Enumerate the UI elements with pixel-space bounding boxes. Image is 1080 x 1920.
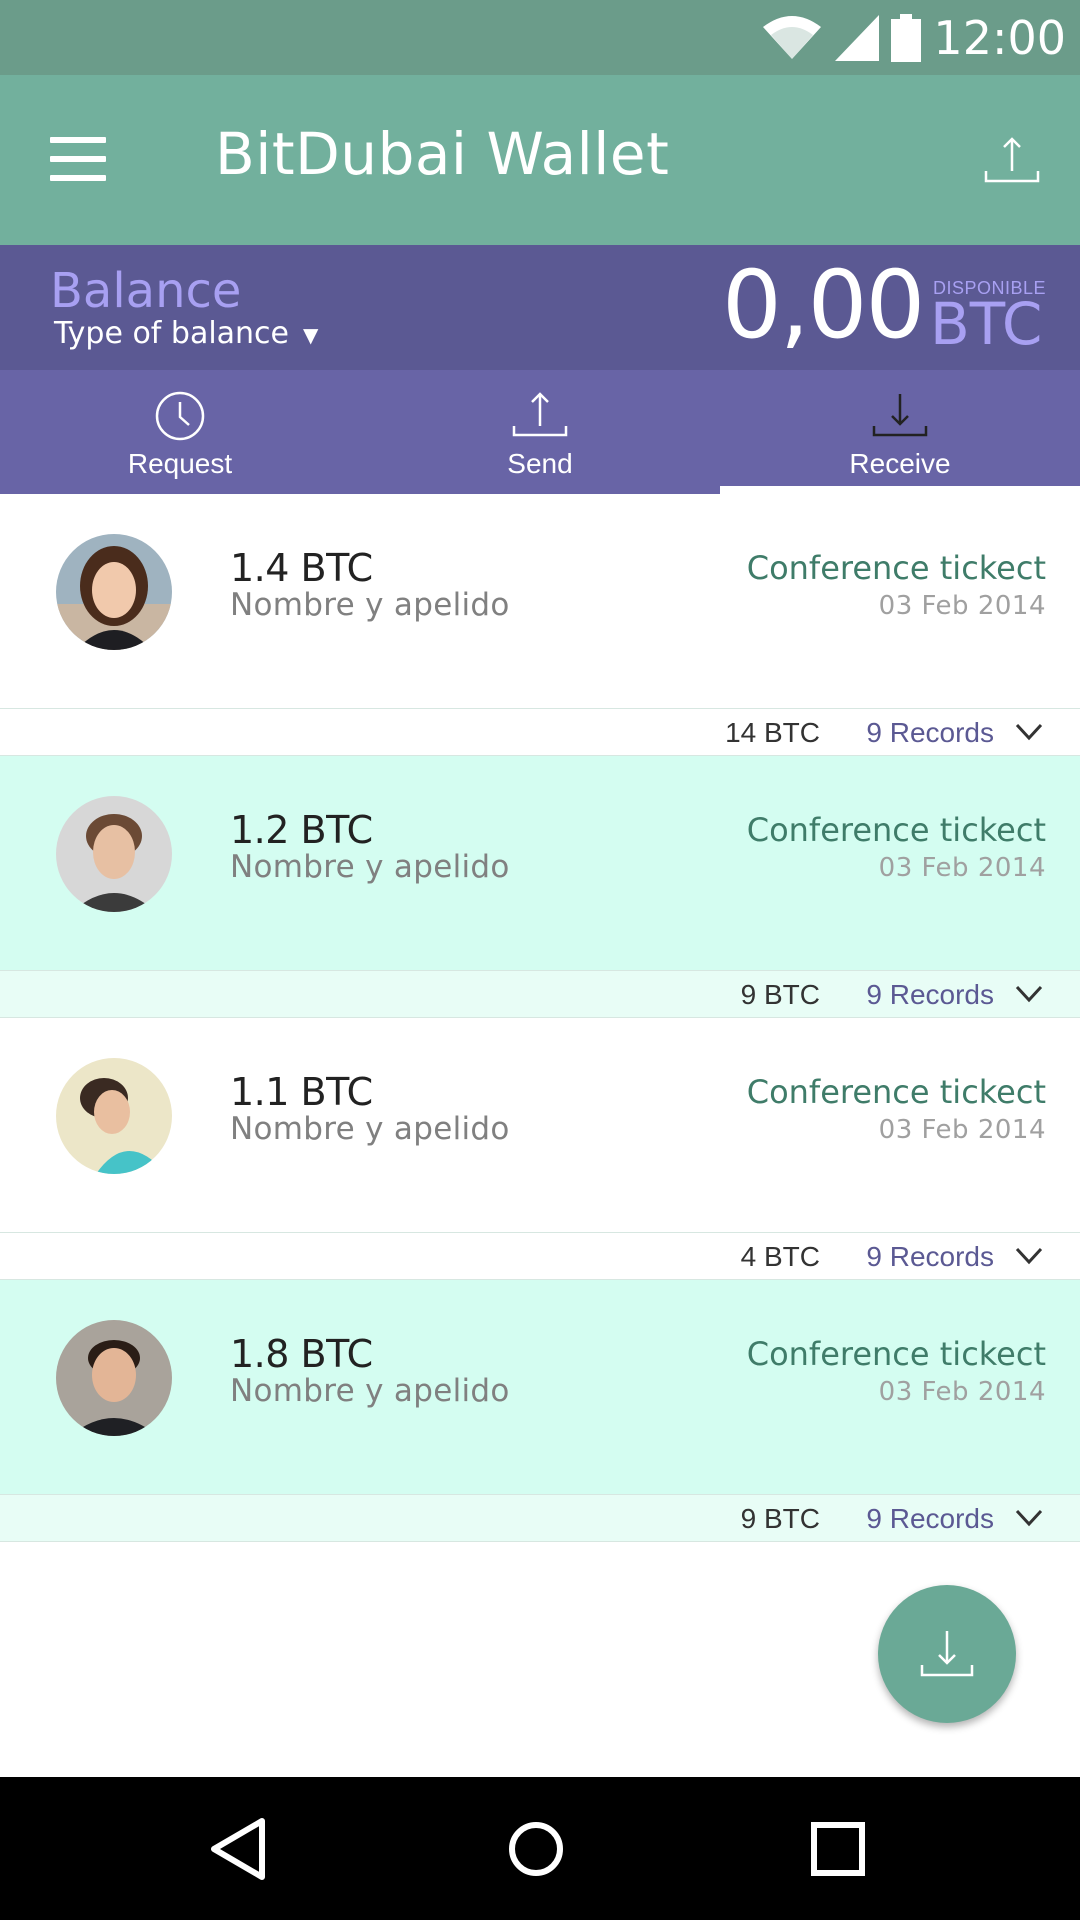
transaction-amount: 1.2 BTC bbox=[230, 808, 373, 852]
transaction-amount: 1.1 BTC bbox=[230, 1070, 373, 1114]
tab-send-label: Send bbox=[507, 448, 573, 479]
download-icon bbox=[920, 1631, 974, 1677]
transaction-date: 03 Feb 2014 bbox=[878, 591, 1046, 621]
upload-icon bbox=[512, 392, 568, 437]
tab-send[interactable]: Send bbox=[360, 370, 720, 494]
tab-request-label: Request bbox=[127, 448, 233, 479]
transaction-concept: Conference tickect bbox=[746, 811, 1046, 849]
tab-receive-label: Receive bbox=[849, 448, 951, 479]
home-icon[interactable] bbox=[498, 1811, 574, 1887]
signal-icon bbox=[835, 15, 880, 61]
transaction-date: 03 Feb 2014 bbox=[878, 1115, 1046, 1145]
share-icon[interactable] bbox=[982, 135, 1042, 187]
transaction-list: 1.4 BTC Nombre y apelido Conference tick… bbox=[0, 494, 1080, 1542]
contact-name: Nombre y apelido bbox=[230, 849, 510, 885]
records-summary[interactable]: 9 BTC 9 Records bbox=[0, 1494, 1080, 1542]
status-bar: 12:00 bbox=[0, 0, 1080, 75]
status-time: 12:00 bbox=[933, 11, 1066, 65]
records-total: 4 BTC bbox=[740, 1241, 820, 1272]
transaction-row[interactable]: 1.4 BTC Nombre y apelido Conference tick… bbox=[0, 494, 1080, 708]
transaction-date: 03 Feb 2014 bbox=[878, 1377, 1046, 1407]
chevron-down-icon bbox=[1015, 1247, 1043, 1265]
app-title: BitDubai Wallet bbox=[215, 120, 670, 188]
records-total: 9 BTC bbox=[740, 979, 820, 1010]
tab-receive[interactable]: Receive bbox=[720, 370, 1080, 494]
transaction-row[interactable]: 1.1 BTC Nombre y apelido Conference tick… bbox=[0, 1018, 1080, 1232]
app-bar: BitDubai Wallet bbox=[0, 75, 1080, 245]
contact-name: Nombre y apelido bbox=[230, 587, 510, 623]
balance-currency: BTC bbox=[930, 290, 1043, 358]
balance-type-dropdown[interactable]: Type of balance ▼ bbox=[54, 316, 318, 351]
balance-type-label: Type of balance bbox=[54, 316, 290, 351]
avatar bbox=[56, 1058, 172, 1174]
balance-amount: 0,00 bbox=[722, 251, 925, 360]
chevron-down-icon bbox=[1015, 723, 1043, 741]
records-summary[interactable]: 4 BTC 9 Records bbox=[0, 1232, 1080, 1280]
records-summary[interactable]: 14 BTC 9 Records bbox=[0, 708, 1080, 756]
receive-fab-button[interactable] bbox=[878, 1585, 1016, 1723]
clock-icon bbox=[155, 391, 205, 441]
tab-request[interactable]: Request bbox=[0, 370, 360, 494]
transaction-amount: 1.8 BTC bbox=[230, 1332, 373, 1376]
battery-icon bbox=[891, 14, 922, 62]
records-count: 9 Records bbox=[866, 1503, 994, 1534]
contact-name: Nombre y apelido bbox=[230, 1111, 510, 1147]
records-summary[interactable]: 9 BTC 9 Records bbox=[0, 970, 1080, 1018]
recents-icon[interactable] bbox=[800, 1811, 876, 1887]
wifi-icon bbox=[763, 16, 822, 59]
menu-icon[interactable] bbox=[50, 137, 106, 181]
status-icons: 12:00 bbox=[761, 8, 1066, 68]
avatar bbox=[56, 796, 172, 912]
avatar bbox=[56, 1320, 172, 1436]
action-tabs: Request Send Receive bbox=[0, 370, 1080, 494]
transaction-date: 03 Feb 2014 bbox=[878, 853, 1046, 883]
transaction-concept: Conference tickect bbox=[746, 1335, 1046, 1373]
system-nav-bar bbox=[0, 1777, 1080, 1920]
contact-name: Nombre y apelido bbox=[230, 1373, 510, 1409]
transaction-row[interactable]: 1.8 BTC Nombre y apelido Conference tick… bbox=[0, 1280, 1080, 1494]
records-count: 9 Records bbox=[866, 979, 994, 1010]
back-icon[interactable] bbox=[200, 1811, 276, 1887]
chevron-down-icon bbox=[1015, 985, 1043, 1003]
transaction-row[interactable]: 1.2 BTC Nombre y apelido Conference tick… bbox=[0, 756, 1080, 970]
records-count: 9 Records bbox=[866, 717, 994, 748]
chevron-down-icon bbox=[1015, 1509, 1043, 1527]
balance-bar: Balance Type of balance ▼ 0,00 DISPONIBLE… bbox=[0, 245, 1080, 370]
transaction-concept: Conference tickect bbox=[746, 1073, 1046, 1111]
balance-label: Balance bbox=[50, 263, 242, 319]
transaction-concept: Conference tickect bbox=[746, 549, 1046, 587]
dropdown-arrow-icon: ▼ bbox=[303, 322, 319, 347]
records-total: 9 BTC bbox=[740, 1503, 820, 1534]
records-total: 14 BTC bbox=[725, 717, 820, 748]
transaction-amount: 1.4 BTC bbox=[230, 546, 373, 590]
records-count: 9 Records bbox=[866, 1241, 994, 1272]
avatar bbox=[56, 534, 172, 650]
download-icon bbox=[872, 394, 928, 437]
